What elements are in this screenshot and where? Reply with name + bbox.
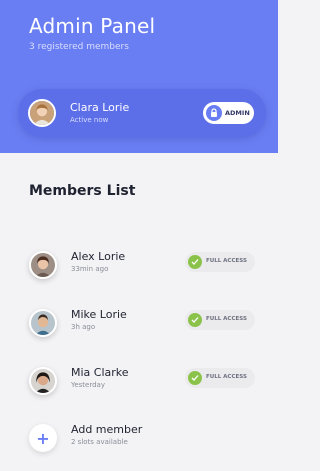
admin-badge[interactable]: ADMIN xyxy=(203,102,254,124)
check-icon xyxy=(188,255,202,269)
page-title: Admin Panel xyxy=(29,14,156,38)
current-user-status: Active now xyxy=(70,116,109,124)
current-user-name: Clara Lorie xyxy=(70,101,130,114)
member-name: Alex Lorie xyxy=(71,250,126,263)
member-last-active: 33min ago xyxy=(71,265,109,273)
member-last-active: Yesterday xyxy=(71,381,105,389)
admin-badge-label: ADMIN xyxy=(225,109,250,117)
header: Admin Panel 3 registered members Clara L… xyxy=(0,0,278,153)
avatar xyxy=(28,99,56,127)
list-item[interactable]: Alex Lorie 33min ago FULL ACCESS xyxy=(0,246,278,286)
access-badge[interactable]: FULL ACCESS xyxy=(185,368,255,388)
add-member-row[interactable]: + Add member 2 slots available xyxy=(0,419,278,459)
plus-icon[interactable]: + xyxy=(29,424,57,452)
list-item[interactable]: Mike Lorie 3h ago FULL ACCESS xyxy=(0,304,278,344)
lock-icon xyxy=(206,105,222,121)
access-badge-label: FULL ACCESS xyxy=(206,374,247,380)
member-last-active: 3h ago xyxy=(71,323,96,331)
access-badge-label: FULL ACCESS xyxy=(206,316,247,322)
access-badge-label: FULL ACCESS xyxy=(206,258,247,264)
member-name: Mia Clarke xyxy=(71,366,129,379)
list-item[interactable]: Mia Clarke Yesterday FULL ACCESS xyxy=(0,362,278,402)
check-icon xyxy=(188,371,202,385)
add-member-label: Add member xyxy=(71,423,143,436)
members-list-title: Members List xyxy=(29,183,136,199)
avatar-image xyxy=(30,101,54,125)
slots-available: 2 slots available xyxy=(71,438,128,446)
member-count: 3 registered members xyxy=(29,42,129,52)
access-badge[interactable]: FULL ACCESS xyxy=(185,252,255,272)
check-icon xyxy=(188,313,202,327)
avatar xyxy=(29,251,57,279)
access-badge[interactable]: FULL ACCESS xyxy=(185,310,255,330)
current-user-card[interactable]: Clara Lorie Active now ADMIN xyxy=(18,89,266,137)
avatar xyxy=(29,309,57,337)
avatar xyxy=(29,367,57,395)
member-name: Mike Lorie xyxy=(71,308,127,321)
